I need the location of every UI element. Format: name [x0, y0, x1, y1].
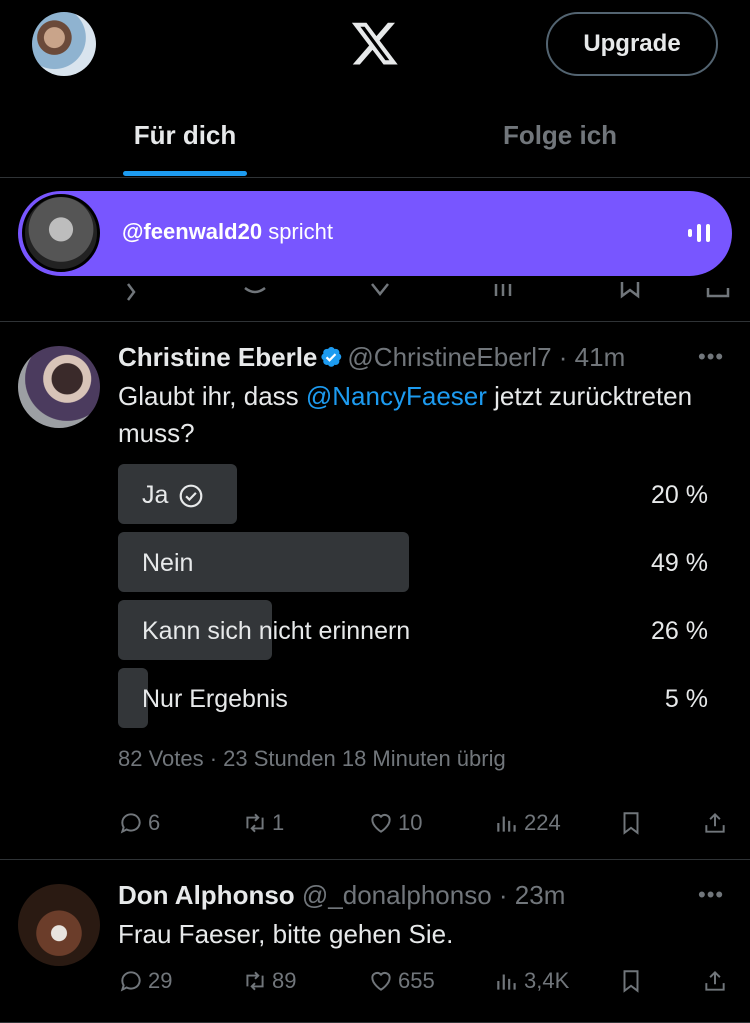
retweet-button[interactable]: 89: [242, 968, 296, 994]
tweet[interactable]: Christine Eberle @ChristineEberl7 · 41m •…: [0, 322, 750, 860]
poll-option-label: Kann sich nicht erinnern: [142, 617, 410, 646]
author-handle[interactable]: @ChristineEberl7: [347, 342, 551, 372]
share-icon: [705, 812, 725, 833]
tab-following[interactable]: Folge ich: [375, 92, 745, 178]
upgrade-button[interactable]: Upgrade: [546, 12, 718, 76]
poll-option-text: Ja: [142, 481, 169, 509]
poll-option: Nein 49 %: [118, 532, 712, 592]
tab-for-you[interactable]: Für dich: [0, 92, 370, 178]
like-button[interactable]: 655: [368, 968, 435, 994]
reply-button[interactable]: 6: [118, 810, 160, 836]
tweet-text: Frau Faeser, bitte gehen Sie.: [118, 919, 454, 949]
share-icon: [705, 970, 725, 991]
heart-icon: [371, 971, 391, 991]
author-avatar[interactable]: [18, 884, 100, 966]
more-options-icon[interactable]: •••: [698, 882, 728, 907]
views-button[interactable]: 224: [494, 810, 561, 836]
retweet-icon: [246, 971, 264, 991]
views-count: 224: [524, 810, 561, 835]
views-count: 3,4K: [524, 968, 570, 993]
retweet-count: 89: [272, 968, 297, 993]
bookmark-button[interactable]: [618, 968, 644, 994]
tweet-actions: 6 1 10 224: [118, 810, 728, 842]
author-name[interactable]: Don Alphonso: [118, 880, 295, 910]
reply-count: 6: [148, 810, 161, 835]
profile-avatar[interactable]: [32, 12, 96, 76]
space-host-handle: @feenwald20: [122, 219, 263, 244]
poll-option-label: Ja: [142, 481, 204, 510]
reply-count: 29: [148, 968, 173, 993]
reply-button[interactable]: 29: [118, 968, 172, 994]
poll-option-text: Nein: [142, 549, 194, 577]
poll-option-text: Nur Ergebnis: [142, 685, 288, 713]
reply-icon: [120, 971, 141, 992]
like-count: 10: [398, 810, 423, 835]
author-handle[interactable]: @_donalphonso: [302, 880, 492, 910]
poll-option-label: Nur Ergebnis: [142, 685, 288, 714]
poll-option-text: Kann sich nicht erinnern: [142, 617, 411, 645]
views-button[interactable]: 3,4K: [494, 968, 569, 994]
tweet-time[interactable]: · 23m: [499, 880, 565, 910]
views-icon: [497, 974, 516, 990]
share-button[interactable]: [702, 810, 728, 836]
live-space-banner[interactable]: @feenwald20 spricht: [18, 191, 732, 276]
tweet-text: Glaubt ihr, dass @NancyFaeser jetzt zurü…: [118, 378, 718, 452]
tweet-header: Don Alphonso @_donalphonso · 23m: [118, 880, 565, 911]
views-icon: [497, 816, 516, 832]
previous-tweet-actions: [0, 282, 750, 322]
audio-equalizer-icon: [688, 224, 710, 242]
share-button[interactable]: [702, 968, 728, 994]
tab-active-indicator: [123, 171, 247, 176]
timeline-tabs: Für dich Folge ich: [0, 92, 750, 178]
x-logo-icon[interactable]: [349, 18, 401, 68]
mention-link[interactable]: @NancyFaeser: [306, 381, 487, 411]
tweet-time[interactable]: · 41m: [559, 342, 625, 372]
previous-tweet-icons: [127, 282, 730, 301]
poll-percent: 20 %: [651, 481, 708, 509]
poll-percent: 26 %: [651, 617, 708, 645]
poll-percent: 49 %: [651, 549, 708, 577]
poll-option-label: Nein: [142, 549, 193, 578]
poll-option: Nur Ergebnis 5 %: [118, 668, 712, 728]
poll-meta: 82 Votes · 23 Stunden 18 Minuten übrig: [118, 746, 506, 771]
author-name[interactable]: Christine Eberle: [118, 342, 317, 372]
poll-option: Kann sich nicht erinnern 26 %: [118, 600, 712, 660]
like-button[interactable]: 10: [368, 810, 422, 836]
author-avatar[interactable]: [18, 346, 100, 428]
bookmark-icon: [623, 970, 639, 993]
retweet-count: 1: [272, 810, 285, 835]
poll: Ja 20 % Nein 49 % Kann sich nicht erinne…: [118, 464, 712, 736]
space-status: spricht: [268, 219, 333, 244]
tweet-header: Christine Eberle @ChristineEberl7 · 41m: [118, 342, 625, 373]
poll-percent: 5 %: [664, 685, 708, 713]
more-options-icon[interactable]: •••: [698, 344, 728, 369]
poll-option: Ja 20 %: [118, 464, 712, 524]
like-count: 655: [398, 968, 435, 993]
tweet-text-part: Glaubt ihr, dass: [118, 381, 306, 411]
reply-icon: [120, 813, 141, 834]
space-text: @feenwald20 spricht: [122, 219, 333, 245]
tweet-actions: 29 89 655 3,4K: [118, 968, 728, 1000]
tweet[interactable]: Don Alphonso @_donalphonso · 23m ••• Fra…: [0, 860, 750, 1023]
verified-badge-icon: [321, 347, 342, 367]
check-circle-icon: [180, 484, 203, 507]
bookmark-icon: [623, 812, 639, 835]
retweet-button[interactable]: 1: [242, 810, 284, 836]
retweet-icon: [246, 813, 264, 833]
heart-icon: [371, 813, 391, 833]
top-bar: Upgrade: [0, 0, 750, 90]
space-host-avatar: [22, 194, 100, 272]
bookmark-button[interactable]: [618, 810, 644, 836]
